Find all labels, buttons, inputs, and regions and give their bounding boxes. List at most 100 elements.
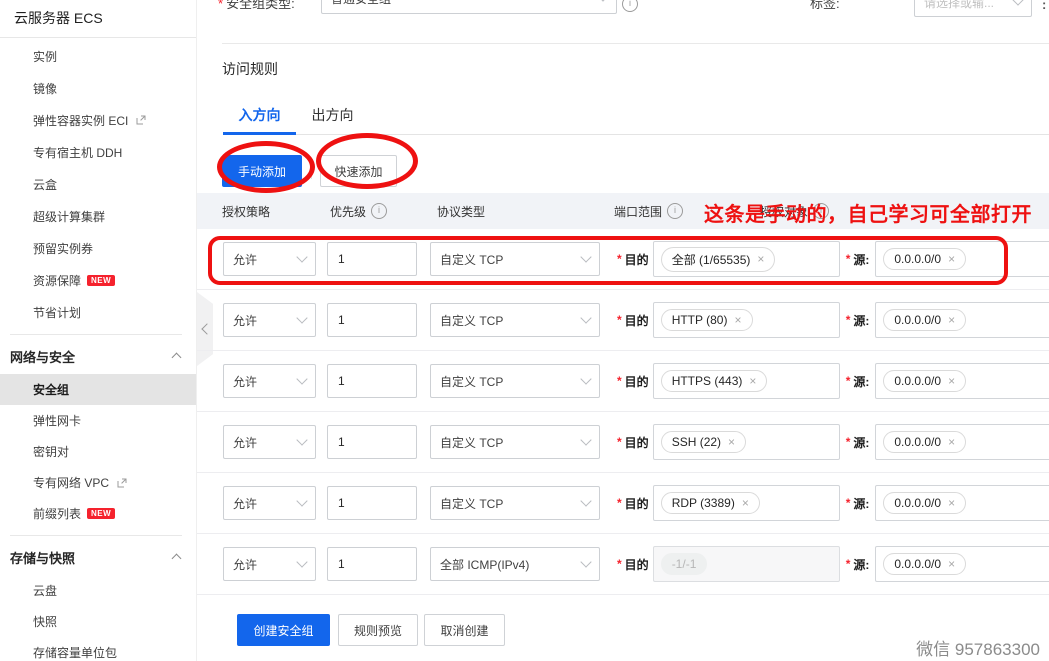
dest-tag: HTTPS (443) × xyxy=(661,370,768,392)
sidebar-item[interactable]: 快照 xyxy=(0,606,196,637)
priority-input[interactable]: 1 xyxy=(327,364,417,398)
required-star: * xyxy=(617,313,622,327)
tab-inbound[interactable]: 入方向 xyxy=(223,99,296,134)
quick-add-button[interactable]: 快速添加 xyxy=(320,155,397,187)
sidebar-item[interactable]: 安全组 xyxy=(0,374,196,405)
chevron-down-icon xyxy=(296,312,307,323)
sidebar-item[interactable]: 专有宿主机 DDH xyxy=(0,136,196,168)
close-icon[interactable]: × xyxy=(948,497,955,509)
priority-input[interactable]: 1 xyxy=(327,303,417,337)
sidebar-item[interactable]: 镜像 xyxy=(0,72,196,104)
protocol-select[interactable]: 自定义 TCP xyxy=(430,364,600,398)
policy-select[interactable]: 允许 xyxy=(223,364,316,398)
sidebar-item[interactable]: 资源保障 NEW xyxy=(0,264,196,296)
chevron-up-icon xyxy=(172,553,182,563)
sidebar-item[interactable]: 云盒 xyxy=(0,168,196,200)
priority-input[interactable]: 1 xyxy=(327,486,417,520)
dest-tag: RDP (3389) × xyxy=(661,492,760,514)
dest-box[interactable]: HTTPS (443) × xyxy=(653,363,840,399)
sidebar-item-label: 超级计算集群 xyxy=(33,208,105,225)
sidebar-item[interactable]: 弹性容器实例 ECI xyxy=(0,104,196,136)
source-box[interactable]: 0.0.0.0/0 × xyxy=(875,241,1049,277)
watermark: 微信 957863300 xyxy=(916,635,1040,660)
dest-box[interactable]: 全部 (1/65535) × xyxy=(653,241,840,277)
close-icon[interactable]: × xyxy=(948,375,955,387)
close-icon[interactable]: × xyxy=(948,253,955,265)
col-policy: 授权策略 xyxy=(222,193,270,229)
source-box[interactable]: 0.0.0.0/0 × xyxy=(875,363,1049,399)
close-icon[interactable]: × xyxy=(749,375,756,387)
source-label: *源: xyxy=(846,495,870,512)
source-label: *源: xyxy=(846,556,870,573)
dest-tag: SSH (22) × xyxy=(661,431,746,453)
close-icon[interactable]: × xyxy=(948,436,955,448)
dest-box[interactable]: RDP (3389) × xyxy=(653,485,840,521)
sidebar-item[interactable]: 云盘 xyxy=(0,575,196,606)
sidebar-item[interactable]: 弹性网卡 xyxy=(0,405,196,436)
sidebar-section-network[interactable]: 网络与安全 xyxy=(0,340,196,372)
close-icon[interactable]: × xyxy=(948,314,955,326)
source-box[interactable]: 0.0.0.0/0 × xyxy=(875,302,1049,338)
priority-input[interactable]: 1 xyxy=(327,547,417,581)
protocol-select[interactable]: 自定义 TCP xyxy=(430,486,600,520)
required-star: * xyxy=(617,374,622,388)
col-target: 授权对象i xyxy=(760,193,829,229)
priority-input[interactable]: 1 xyxy=(327,242,417,276)
close-icon[interactable]: × xyxy=(757,253,764,265)
protocol-select[interactable]: 全部 ICMP(IPv4) xyxy=(430,547,600,581)
dest-value: HTTP (80) xyxy=(672,313,728,327)
info-icon[interactable]: i xyxy=(622,0,638,12)
policy-select[interactable]: 允许 xyxy=(223,303,316,337)
info-icon[interactable]: i xyxy=(667,203,683,219)
dest-label: *目的 xyxy=(617,434,649,451)
info-icon[interactable]: i xyxy=(371,203,387,219)
direction-tabs: 入方向 出方向 xyxy=(223,99,1049,135)
dest-box[interactable]: HTTP (80) × xyxy=(653,302,840,338)
sidebar-item[interactable]: 存储容量单位包 xyxy=(0,637,196,661)
source-box[interactable]: 0.0.0.0/0 × xyxy=(875,424,1049,460)
protocol-select[interactable]: 自定义 TCP xyxy=(430,303,600,337)
policy-select[interactable]: 允许 xyxy=(223,425,316,459)
sg-type-select[interactable]: 普通安全组 xyxy=(321,0,617,14)
create-sg-button[interactable]: 创建安全组 xyxy=(237,614,330,646)
source-box[interactable]: 0.0.0.0/0 × xyxy=(875,485,1049,521)
cancel-create-button[interactable]: 取消创建 xyxy=(424,614,505,646)
dest-tag: HTTP (80) × xyxy=(661,309,753,331)
sidebar-item[interactable]: 节省计划 xyxy=(0,296,196,328)
policy-select[interactable]: 允许 xyxy=(223,486,316,520)
sidebar-item[interactable]: 超级计算集群 xyxy=(0,200,196,232)
manual-add-button[interactable]: 手动添加 xyxy=(222,155,302,187)
policy-select[interactable]: 允许 xyxy=(223,242,316,276)
tab-outbound[interactable]: 出方向 xyxy=(296,99,369,134)
main-content: *安全组类型: 普通安全组 i 标签: 请选择或输... : 访问规则 入方向 … xyxy=(197,0,1049,661)
dest-box[interactable]: -1/-1 xyxy=(653,546,840,582)
close-icon[interactable]: × xyxy=(728,436,735,448)
sidebar-item[interactable]: 预留实例券 xyxy=(0,232,196,264)
protocol-select[interactable]: 自定义 TCP xyxy=(430,242,600,276)
source-tag: 0.0.0.0/0 × xyxy=(883,248,966,270)
info-icon[interactable]: i xyxy=(813,203,829,219)
dest-box[interactable]: SSH (22) × xyxy=(653,424,840,460)
sidebar-item-label: 镜像 xyxy=(33,80,57,97)
rule-preview-button[interactable]: 规则预览 xyxy=(338,614,418,646)
sidebar-item[interactable]: 前缀列表 NEW xyxy=(0,498,196,529)
sidebar-item[interactable]: 密钥对 xyxy=(0,436,196,467)
rule-row: 允许 1 自定义 TCP *目的 HTTPS (443) × xyxy=(197,351,1049,412)
close-icon[interactable]: × xyxy=(742,497,749,509)
close-icon[interactable]: × xyxy=(734,314,741,326)
policy-select[interactable]: 允许 xyxy=(223,547,316,581)
sidebar-item[interactable]: 专有网络 VPC xyxy=(0,467,196,498)
protocol-select[interactable]: 自定义 TCP xyxy=(430,425,600,459)
new-badge: NEW xyxy=(87,275,115,286)
source-box[interactable]: 0.0.0.0/0 × xyxy=(875,546,1049,582)
sidebar-item-label: 节省计划 xyxy=(33,304,81,321)
tag-select[interactable]: 请选择或输... xyxy=(914,0,1032,17)
source-tag: 0.0.0.0/0 × xyxy=(883,309,966,331)
tag-label: 标签: xyxy=(810,0,840,12)
priority-input[interactable]: 1 xyxy=(327,425,417,459)
sidebar-section-storage[interactable]: 存储与快照 xyxy=(0,541,196,573)
source-tag: 0.0.0.0/0 × xyxy=(883,553,966,575)
sidebar-item[interactable]: 实例 xyxy=(0,40,196,72)
close-icon[interactable]: × xyxy=(948,558,955,570)
table-header: 授权策略 优先级i 协议类型 端口范围i 授权对象i xyxy=(197,193,1049,229)
